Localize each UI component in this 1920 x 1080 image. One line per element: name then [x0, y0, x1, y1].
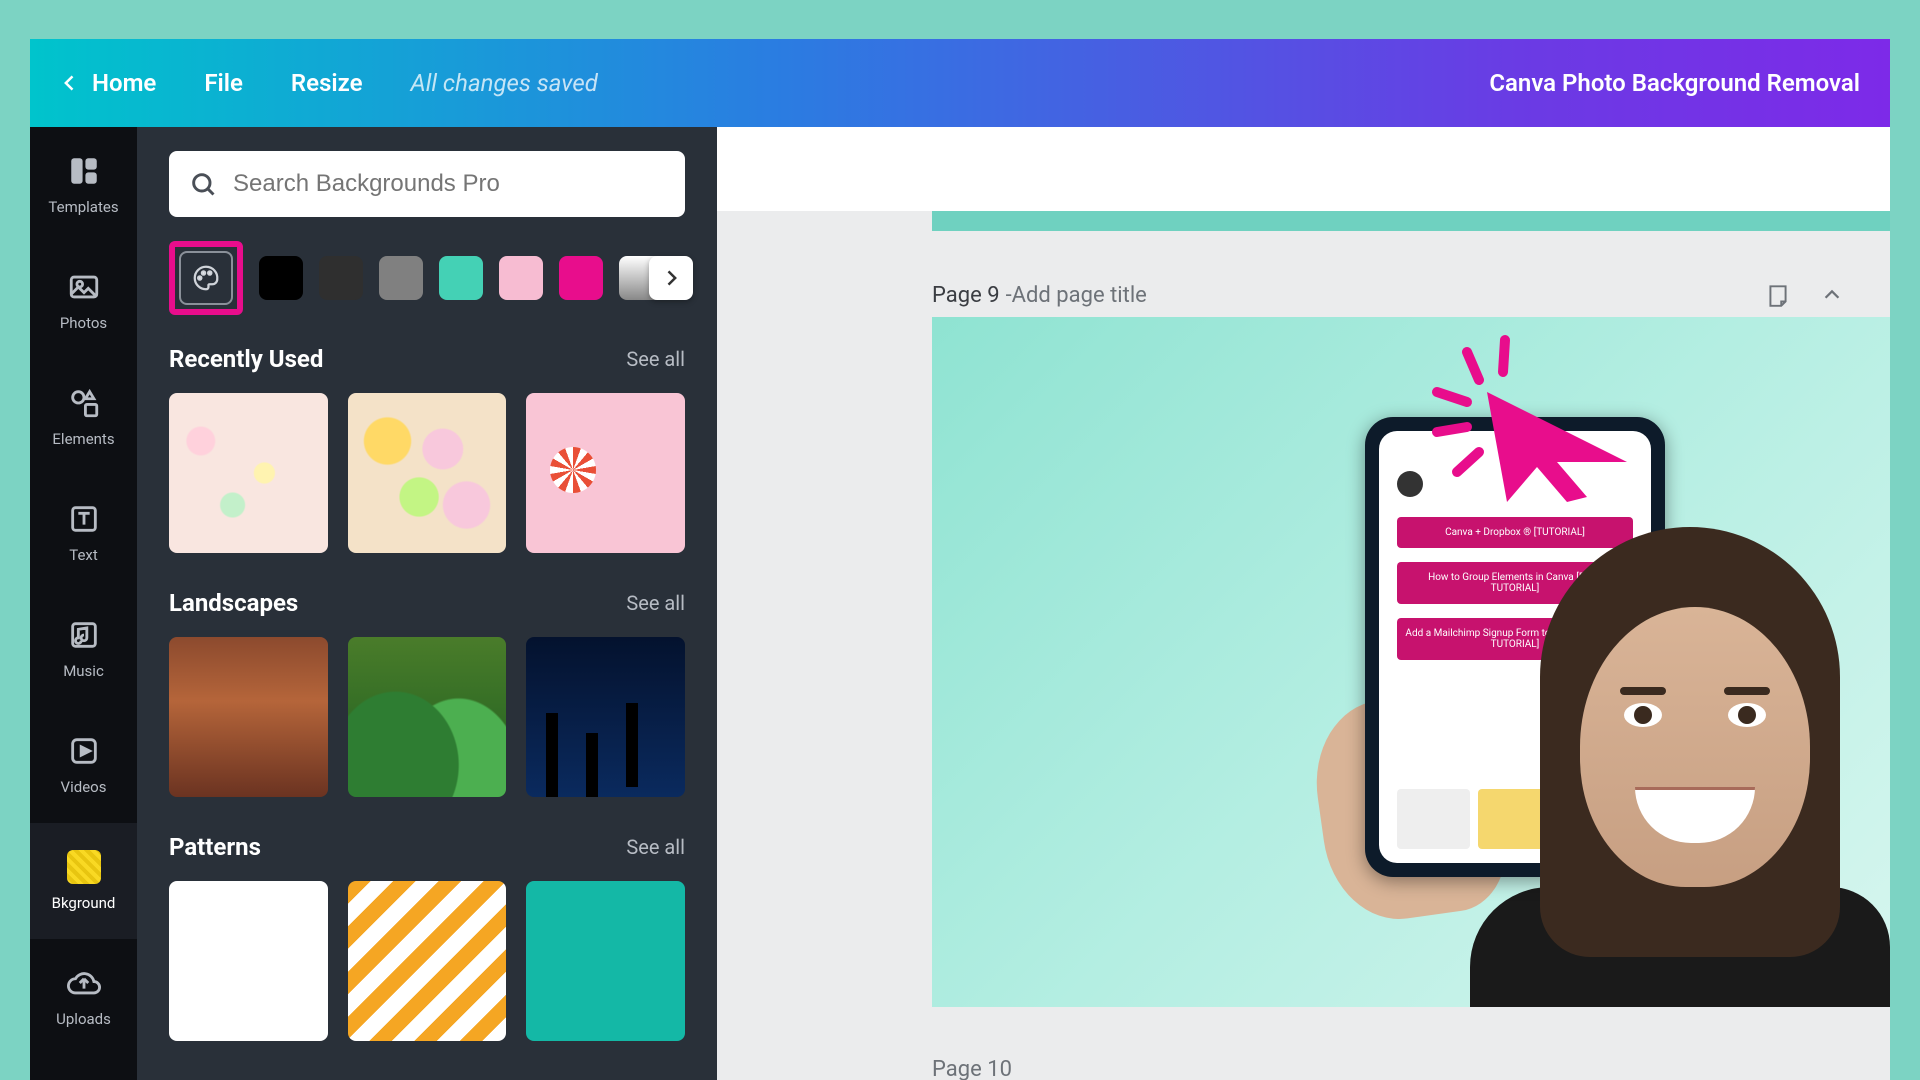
uploads-icon — [67, 966, 101, 1000]
swatch-magenta[interactable] — [559, 256, 603, 300]
thumb-white-pattern[interactable] — [169, 881, 328, 1041]
rail-videos-label: Videos — [61, 778, 107, 796]
palette-highlight — [169, 241, 243, 315]
app-frame: Home File Resize All changes saved Canva… — [30, 39, 1890, 1080]
rail-text[interactable]: Text — [30, 475, 137, 591]
thumb-night-cactus[interactable] — [526, 637, 685, 797]
thumbs-landscapes — [169, 637, 685, 797]
search-box[interactable] — [169, 151, 685, 217]
palette-icon — [191, 263, 221, 293]
canvas-area: Page 9 - Add page title — [717, 127, 1890, 1080]
collapse-page-button[interactable] — [1814, 277, 1850, 313]
rail-text-label: Text — [69, 546, 98, 564]
thumbs-recent — [169, 393, 685, 553]
swatch-grey[interactable] — [379, 256, 423, 300]
search-icon — [189, 170, 217, 198]
swatch-darkgrey[interactable] — [319, 256, 363, 300]
page-title-placeholder[interactable]: Add page title — [1012, 283, 1147, 308]
rail-background-label: Bkground — [52, 894, 116, 912]
search-input[interactable] — [233, 170, 665, 198]
rail-photos[interactable]: Photos — [30, 243, 137, 359]
swatch-scroll-right[interactable] — [649, 256, 693, 300]
nav-rail: Templates Photos Elements Text Music — [30, 127, 137, 1080]
chevron-left-icon — [60, 73, 80, 93]
context-toolbar — [717, 127, 1890, 211]
rail-uploads[interactable]: Uploads — [30, 939, 137, 1055]
rail-elements[interactable]: Elements — [30, 359, 137, 475]
seeall-patterns[interactable]: See all — [626, 835, 685, 859]
prev-page-peek — [932, 211, 1890, 231]
seeall-landscapes[interactable]: See all — [626, 591, 685, 615]
page-header: Page 9 - Add page title — [932, 277, 1850, 313]
section-title-landscapes: Landscapes — [169, 589, 298, 617]
text-icon — [67, 502, 101, 536]
swatch-pink[interactable] — [499, 256, 543, 300]
seeall-recent[interactable]: See all — [626, 347, 685, 371]
videos-icon — [67, 734, 101, 768]
section-title-patterns: Patterns — [169, 833, 261, 861]
section-head-landscapes: Landscapes See all — [169, 589, 685, 617]
rail-background[interactable]: Bkground — [30, 823, 137, 939]
swatch-black[interactable] — [259, 256, 303, 300]
file-menu[interactable]: File — [204, 69, 243, 97]
section-head-recent: Recently Used See all — [169, 345, 685, 373]
notes-icon — [1765, 282, 1791, 308]
rail-elements-label: Elements — [52, 430, 114, 448]
person-cutout[interactable]: Canva + Dropbox ® [TUTORIAL] How to Grou… — [1170, 387, 1890, 1007]
rail-templates-label: Templates — [48, 198, 118, 216]
rail-photos-label: Photos — [60, 314, 107, 332]
thumb-desert[interactable] — [169, 637, 328, 797]
color-swatch-row — [169, 241, 685, 315]
home-button[interactable]: Home — [60, 69, 156, 97]
rail-music[interactable]: Music — [30, 591, 137, 707]
rail-music-label: Music — [63, 662, 104, 680]
backgrounds-panel: Recently Used See all Landscapes See all — [137, 127, 717, 1080]
document-title[interactable]: Canva Photo Background Removal — [1489, 69, 1860, 97]
thumb-green-hills[interactable] — [348, 637, 507, 797]
thumb-candy-hearts[interactable] — [348, 393, 507, 553]
background-icon — [67, 850, 101, 884]
page-number: Page 9 — [932, 283, 1000, 308]
thumb-teal-pattern[interactable] — [526, 881, 685, 1041]
swatch-teal[interactable] — [439, 256, 483, 300]
section-head-patterns: Patterns See all — [169, 833, 685, 861]
thumbs-patterns — [169, 881, 685, 1041]
thumb-lollipop[interactable] — [526, 393, 685, 553]
palette-button[interactable] — [179, 251, 233, 305]
design-page[interactable]: Canva + Dropbox ® [TUTORIAL] How to Grou… — [932, 317, 1890, 1007]
rail-videos[interactable]: Videos — [30, 707, 137, 823]
resize-menu[interactable]: Resize — [291, 69, 363, 97]
save-status: All changes saved — [411, 69, 598, 97]
rail-uploads-label: Uploads — [56, 1010, 111, 1028]
section-title-recent: Recently Used — [169, 345, 323, 373]
thumb-sprinkles[interactable] — [169, 393, 328, 553]
music-icon — [67, 618, 101, 652]
top-bar: Home File Resize All changes saved Canva… — [30, 39, 1890, 127]
rail-templates[interactable]: Templates — [30, 127, 137, 243]
photos-icon — [67, 270, 101, 304]
templates-icon — [67, 154, 101, 188]
home-label: Home — [92, 69, 156, 97]
next-page-label: Page 10 — [932, 1057, 1012, 1080]
thumb-orange-chevron[interactable] — [348, 881, 507, 1041]
chevron-right-icon — [661, 268, 681, 288]
notes-button[interactable] — [1760, 277, 1796, 313]
chevron-up-icon — [1821, 284, 1843, 306]
elements-icon — [67, 386, 101, 420]
